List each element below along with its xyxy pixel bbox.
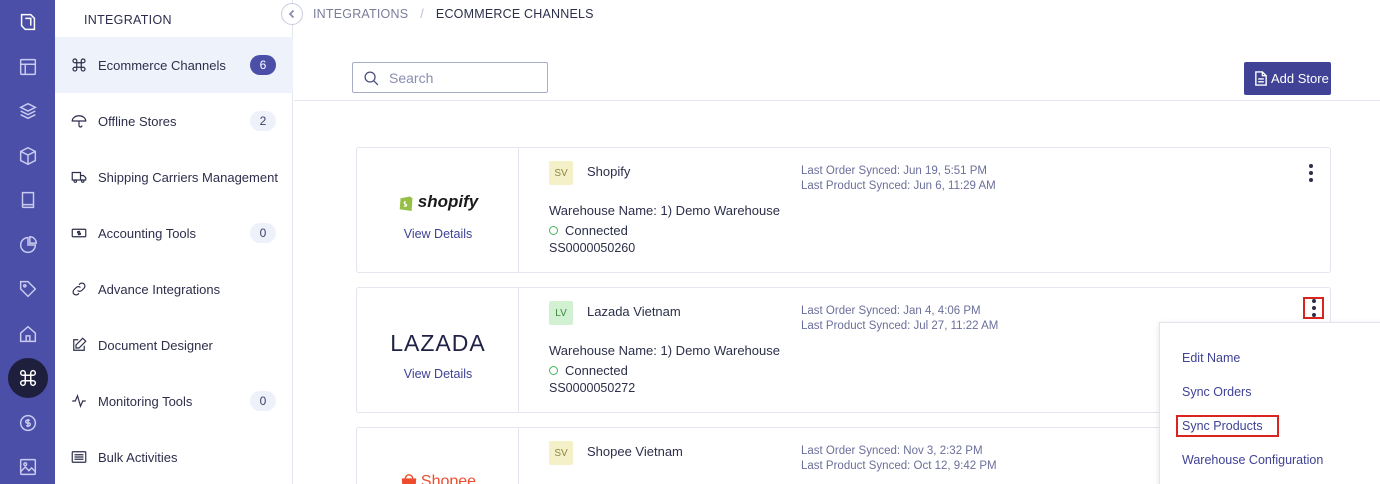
search-box — [352, 62, 548, 93]
icon-rail — [0, 0, 55, 484]
sidebar-item-monitoring-tools[interactable]: Monitoring Tools 0 — [55, 373, 293, 429]
sidebar-item-bulk-activities[interactable]: Bulk Activities — [55, 429, 293, 484]
collapse-sidebar-button[interactable] — [281, 3, 303, 25]
sidebar-item-advance-integrations[interactable]: Advance Integrations — [55, 261, 293, 317]
sidebar-item-shipping-carriers[interactable]: Shipping Carriers Management — [55, 149, 293, 205]
status-text: Connected — [565, 363, 628, 378]
count-badge: 2 — [250, 111, 276, 131]
search-icon — [364, 71, 379, 86]
breadcrumb-current: ECOMMERCE CHANNELS — [435, 7, 594, 21]
warehouse-name: Warehouse Name: 1) Demo Warehouse — [549, 203, 780, 218]
store-options-menu: Edit Name Sync Orders Sync Products Ware… — [1159, 322, 1380, 484]
sidebar-item-label: Ecommerce Channels — [98, 57, 226, 73]
pie-chart-icon[interactable] — [0, 223, 55, 267]
last-order-synced: Last Order Synced: Jun 19, 5:51 PM — [801, 165, 988, 177]
count-badge: 0 — [250, 391, 276, 411]
count-badge: 6 — [250, 55, 276, 75]
more-options-icon[interactable] — [1303, 297, 1324, 319]
app-logo-icon[interactable] — [0, 0, 55, 44]
link-icon — [69, 279, 89, 299]
store-logo-column: Shopee — [357, 428, 519, 484]
store-avatar: SV — [549, 441, 573, 465]
store-id: SS0000050260 — [549, 241, 636, 255]
sidebar-item-document-designer[interactable]: Document Designer — [55, 317, 293, 373]
home-icon[interactable] — [0, 312, 55, 356]
activity-icon — [69, 391, 89, 411]
shopify-logo: shopify — [357, 192, 519, 217]
breadcrumb-integrations-link[interactable]: INTEGRATIONS — [313, 7, 408, 21]
status-dot-icon — [549, 226, 558, 235]
last-product-synced: Last Product Synced: Oct 12, 9:42 PM — [801, 460, 997, 472]
lazada-logo: LAZADA — [390, 330, 486, 356]
store-logo-column: LAZADA View Details — [357, 288, 519, 412]
shopee-logo: Shopee — [357, 472, 519, 484]
list-icon — [69, 447, 89, 467]
book-icon[interactable] — [0, 178, 55, 222]
store-avatar: LV — [549, 301, 573, 325]
edit-icon — [69, 335, 89, 355]
sidebar-title: INTEGRATION — [84, 13, 172, 27]
tag-icon[interactable] — [0, 267, 55, 311]
box-icon[interactable] — [0, 134, 55, 178]
truck-icon — [69, 167, 89, 187]
menu-item-edit-name[interactable]: Edit Name — [1182, 351, 1240, 365]
store-name: Shopee Vietnam — [587, 444, 683, 459]
last-product-synced: Last Product Synced: Jul 27, 11:22 AM — [801, 320, 999, 332]
store-id: SS0000050272 — [549, 381, 636, 395]
view-details-link[interactable]: View Details — [357, 227, 519, 241]
status-text: Connected — [565, 223, 628, 238]
last-order-synced: Last Order Synced: Jan 4, 4:06 PM — [801, 305, 981, 317]
warehouse-name: Warehouse Name: 1) Demo Warehouse — [549, 343, 780, 358]
layers-icon[interactable] — [0, 89, 55, 133]
sidebar-item-accounting-tools[interactable]: Accounting Tools 0 — [55, 205, 293, 261]
breadcrumb: INTEGRATIONS / ECOMMERCE CHANNELS — [313, 7, 594, 21]
sidebar-item-label: Document Designer — [98, 337, 213, 353]
cash-icon — [69, 223, 89, 243]
sidebar-item-label: Accounting Tools — [98, 225, 197, 241]
shopify-bag-icon — [399, 196, 413, 211]
store-name: Shopify — [587, 164, 631, 179]
add-store-label: Add Store — [1271, 71, 1329, 86]
sync-info: Last Order Synced: Jun 19, 5:51 PM Last … — [801, 164, 996, 194]
view-details-link[interactable]: View Details — [357, 367, 519, 381]
sidebar-item-offline-stores[interactable]: Offline Stores 2 — [55, 93, 293, 149]
store-logo-column: shopify View Details — [357, 148, 519, 272]
sync-info: Last Order Synced: Jan 4, 4:06 PM Last P… — [801, 304, 998, 334]
menu-item-warehouse-configuration[interactable]: Warehouse Configuration — [1182, 453, 1323, 467]
shopee-bag-icon — [401, 474, 417, 484]
header-divider — [294, 100, 1380, 101]
status-dot-icon — [549, 366, 558, 375]
sidebar-item-label: Bulk Activities — [98, 449, 178, 465]
sidebar-item-label: Monitoring Tools — [98, 393, 193, 409]
menu-item-sync-orders[interactable]: Sync Orders — [1182, 385, 1251, 399]
store-card-shopify: shopify View Details SV Shopify Warehous… — [356, 147, 1331, 273]
sync-info: Last Order Synced: Nov 3, 2:32 PM Last P… — [801, 444, 997, 474]
count-badge: 0 — [250, 223, 276, 243]
sidebar-item-ecommerce-channels[interactable]: Ecommerce Channels 6 — [55, 37, 293, 93]
umbrella-icon — [69, 111, 89, 131]
image-icon[interactable] — [0, 445, 55, 484]
sidebar-item-label: Shipping Carriers Management — [98, 169, 278, 185]
layout-icon[interactable] — [0, 45, 55, 89]
last-order-synced: Last Order Synced: Nov 3, 2:32 PM — [801, 445, 983, 457]
chevron-left-icon — [288, 9, 295, 19]
integration-command-icon[interactable] — [0, 356, 55, 400]
sidebar-item-label: Offline Stores — [98, 113, 177, 129]
store-name: Lazada Vietnam — [587, 304, 681, 319]
search-input[interactable] — [389, 67, 539, 89]
sidebar-item-label: Advance Integrations — [98, 281, 221, 297]
store-avatar: SV — [549, 161, 573, 185]
currency-sync-icon[interactable] — [0, 401, 55, 445]
connection-status: Connected — [549, 223, 628, 238]
breadcrumb-separator: / — [420, 7, 424, 21]
connection-status: Connected — [549, 363, 628, 378]
menu-item-sync-products[interactable]: Sync Products — [1176, 415, 1279, 437]
document-icon — [1255, 71, 1267, 86]
add-store-button[interactable]: Add Store — [1244, 62, 1331, 95]
integration-sidebar: INTEGRATION Ecommerce Channels 6 Offline… — [55, 0, 293, 484]
more-options-icon[interactable] — [1302, 161, 1320, 185]
command-icon — [69, 55, 89, 75]
last-product-synced: Last Product Synced: Jun 6, 11:29 AM — [801, 180, 996, 192]
